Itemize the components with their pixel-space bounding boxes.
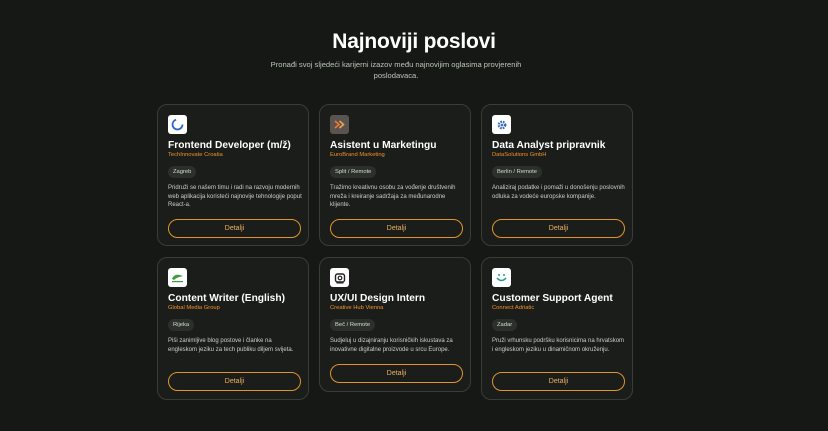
location-badge: Rijeka (168, 319, 195, 331)
location-badge: Beč / Remote (330, 319, 376, 331)
details-button[interactable]: Detalji (330, 219, 463, 238)
job-description: Analiziraj podatke i pomaži u donošenju … (492, 185, 625, 200)
job-card: Customer Support Agent Connect Adriatic … (481, 257, 633, 400)
job-card: Frontend Developer (m/ž) TechInnovate Cr… (157, 104, 309, 246)
camera-logo-icon (330, 268, 349, 287)
orange-arrows-logo-icon (330, 115, 349, 134)
job-description: Sudjeluj u dizajniranju korisničkih isku… (330, 338, 453, 353)
job-title: Asistent u Marketingu (330, 140, 437, 151)
location-badge: Zadar (492, 319, 518, 331)
details-button[interactable]: Detalji (492, 372, 625, 391)
company-name: TechInnovate Croatia (168, 152, 223, 158)
job-description: Pridruži se našem timu i radi na razvoju… (168, 185, 302, 209)
job-title: Content Writer (English) (168, 293, 285, 304)
job-description: Pruži vrhunsku podršku korisnicima na hr… (492, 338, 625, 353)
job-title: Data Analyst pripravnik (492, 140, 606, 151)
company-name: EuroBrand Marketing (330, 152, 385, 158)
job-card: Asistent u Marketingu EuroBrand Marketin… (319, 104, 471, 246)
job-card: Content Writer (English) Global Media Gr… (157, 257, 309, 400)
location-badge: Split / Remote (330, 166, 377, 178)
company-name: Global Media Group (168, 305, 220, 311)
job-description: Tražimo kreativnu osobu za vođenje društ… (330, 185, 456, 209)
blue-ring-logo-icon (168, 115, 187, 134)
gear-logo-icon (492, 115, 511, 134)
page-subtitle: Pronađi svoj sljedeći karijerni izazov m… (270, 60, 522, 80)
smile-logo-icon (492, 268, 511, 287)
page-title: Najnoviji poslovi (332, 30, 496, 53)
details-button[interactable]: Detalji (168, 219, 301, 238)
details-button[interactable]: Detalji (168, 372, 301, 391)
job-description: Piši zanimljive blog postove i članke na… (168, 338, 294, 353)
job-title: UX/UI Design Intern (330, 293, 426, 304)
company-name: DataSolutions GmbH (492, 152, 547, 158)
company-name: Connect Adriatic (492, 305, 535, 311)
details-button[interactable]: Detalji (330, 364, 463, 383)
location-badge: Berlin / Remote (492, 166, 542, 178)
job-card: Data Analyst pripravnik DataSolutions Gm… (481, 104, 633, 246)
company-name: Creative Hub Vienna (330, 305, 384, 311)
job-title: Customer Support Agent (492, 293, 613, 304)
job-title: Frontend Developer (m/ž) (168, 140, 291, 151)
green-leaf-logo-icon (168, 268, 187, 287)
location-badge: Zagreb (168, 166, 197, 178)
job-card: UX/UI Design Intern Creative Hub Vienna … (319, 257, 471, 392)
details-button[interactable]: Detalji (492, 219, 625, 238)
